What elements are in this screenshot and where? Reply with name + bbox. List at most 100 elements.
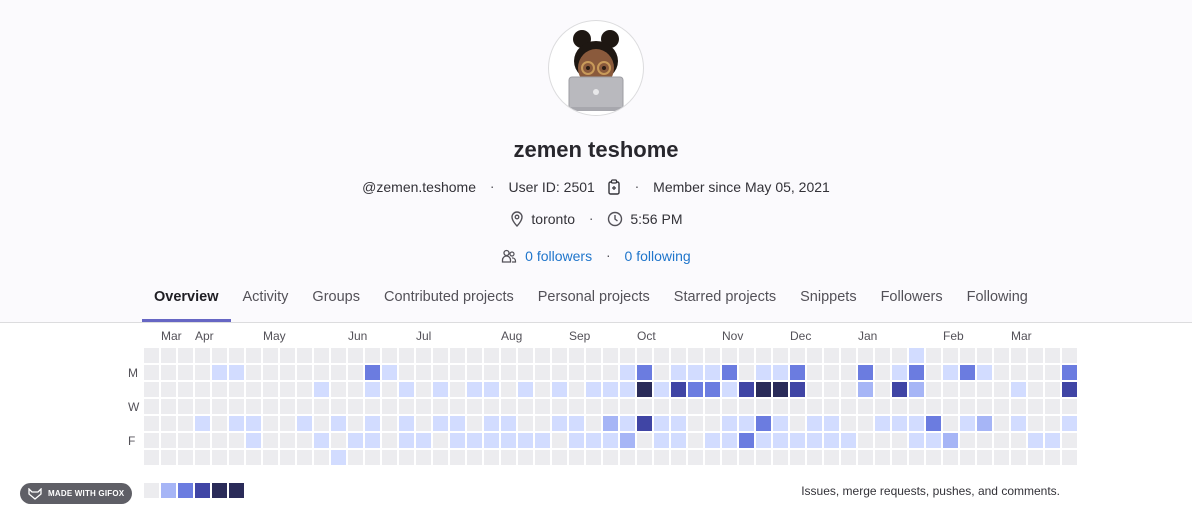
calendar-day-cell[interactable] [977,399,992,414]
calendar-day-cell[interactable] [450,450,465,465]
calendar-day-cell[interactable] [960,399,975,414]
calendar-day-cell[interactable] [994,348,1009,363]
calendar-day-cell[interactable] [1062,399,1077,414]
calendar-day-cell[interactable] [722,399,737,414]
calendar-day-cell[interactable] [433,450,448,465]
calendar-day-cell[interactable] [314,399,329,414]
calendar-day-cell[interactable] [518,433,533,448]
calendar-day-cell[interactable] [739,416,754,431]
calendar-day-cell[interactable] [603,399,618,414]
calendar-day-cell[interactable] [586,382,601,397]
calendar-day-cell[interactable] [348,365,363,380]
calendar-day-cell[interactable] [994,433,1009,448]
calendar-day-cell[interactable] [1028,450,1043,465]
calendar-day-cell[interactable] [994,365,1009,380]
calendar-day-cell[interactable] [229,382,244,397]
calendar-day-cell[interactable] [807,399,822,414]
calendar-day-cell[interactable] [1062,348,1077,363]
calendar-day-cell[interactable] [365,365,380,380]
calendar-day-cell[interactable] [688,450,703,465]
calendar-day-cell[interactable] [263,433,278,448]
calendar-day-cell[interactable] [365,416,380,431]
tab-personal-projects[interactable]: Personal projects [526,278,662,322]
calendar-day-cell[interactable] [552,433,567,448]
calendar-day-cell[interactable] [841,399,856,414]
calendar-day-cell[interactable] [552,399,567,414]
calendar-day-cell[interactable] [960,365,975,380]
calendar-day-cell[interactable] [416,399,431,414]
calendar-day-cell[interactable] [722,450,737,465]
calendar-day-cell[interactable] [246,399,261,414]
calendar-day-cell[interactable] [773,416,788,431]
calendar-day-cell[interactable] [569,433,584,448]
calendar-day-cell[interactable] [263,348,278,363]
calendar-day-cell[interactable] [467,382,482,397]
calendar-day-cell[interactable] [263,399,278,414]
calendar-day-cell[interactable] [263,416,278,431]
calendar-day-cell[interactable] [1028,433,1043,448]
calendar-day-cell[interactable] [739,450,754,465]
calendar-day-cell[interactable] [909,416,924,431]
calendar-day-cell[interactable] [654,365,669,380]
calendar-day-cell[interactable] [994,416,1009,431]
calendar-day-cell[interactable] [790,382,805,397]
calendar-day-cell[interactable] [875,416,890,431]
calendar-day-cell[interactable] [467,433,482,448]
calendar-day-cell[interactable] [348,416,363,431]
calendar-day-cell[interactable] [654,433,669,448]
calendar-day-cell[interactable] [892,382,907,397]
calendar-day-cell[interactable] [722,348,737,363]
calendar-day-cell[interactable] [603,348,618,363]
calendar-day-cell[interactable] [280,433,295,448]
calendar-day-cell[interactable] [314,348,329,363]
calendar-day-cell[interactable] [807,433,822,448]
calendar-day-cell[interactable] [569,365,584,380]
calendar-day-cell[interactable] [212,450,227,465]
calendar-day-cell[interactable] [263,365,278,380]
calendar-day-cell[interactable] [467,348,482,363]
calendar-day-cell[interactable] [382,348,397,363]
calendar-day-cell[interactable] [807,416,822,431]
calendar-day-cell[interactable] [484,348,499,363]
calendar-day-cell[interactable] [960,382,975,397]
calendar-day-cell[interactable] [399,365,414,380]
calendar-day-cell[interactable] [1045,416,1060,431]
calendar-day-cell[interactable] [858,399,873,414]
calendar-day-cell[interactable] [467,365,482,380]
calendar-day-cell[interactable] [229,365,244,380]
calendar-day-cell[interactable] [484,416,499,431]
calendar-day-cell[interactable] [297,382,312,397]
calendar-day-cell[interactable] [807,450,822,465]
calendar-day-cell[interactable] [1045,348,1060,363]
calendar-day-cell[interactable] [348,433,363,448]
calendar-day-cell[interactable] [603,382,618,397]
calendar-day-cell[interactable] [501,433,516,448]
calendar-day-cell[interactable] [212,382,227,397]
calendar-day-cell[interactable] [824,450,839,465]
calendar-day-cell[interactable] [501,416,516,431]
calendar-day-cell[interactable] [297,399,312,414]
calendar-day-cell[interactable] [178,416,193,431]
calendar-day-cell[interactable] [841,348,856,363]
calendar-day-cell[interactable] [739,399,754,414]
calendar-day-cell[interactable] [994,450,1009,465]
calendar-day-cell[interactable] [467,416,482,431]
calendar-day-cell[interactable] [960,416,975,431]
calendar-day-cell[interactable] [926,365,941,380]
calendar-day-cell[interactable] [212,365,227,380]
calendar-day-cell[interactable] [875,433,890,448]
calendar-day-cell[interactable] [161,450,176,465]
calendar-day-cell[interactable] [569,399,584,414]
calendar-day-cell[interactable] [161,416,176,431]
calendar-day-cell[interactable] [722,433,737,448]
calendar-day-cell[interactable] [858,382,873,397]
calendar-day-cell[interactable] [858,365,873,380]
calendar-day-cell[interactable] [926,382,941,397]
calendar-day-cell[interactable] [926,433,941,448]
calendar-day-cell[interactable] [365,433,380,448]
calendar-day-cell[interactable] [484,450,499,465]
calendar-day-cell[interactable] [790,433,805,448]
calendar-day-cell[interactable] [824,433,839,448]
calendar-day-cell[interactable] [314,365,329,380]
calendar-day-cell[interactable] [229,450,244,465]
